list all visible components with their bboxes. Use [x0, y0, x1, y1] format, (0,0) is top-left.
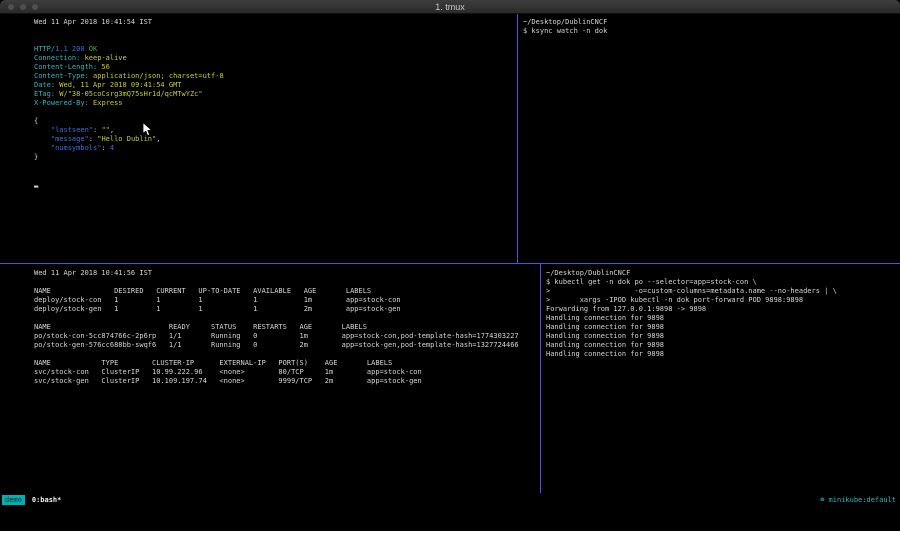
terminal-line: [34, 171, 515, 180]
terminal-line: ETag: W/"38-05coCsrg3mQ75sHr1d/qcMTwYZc": [34, 90, 515, 99]
terminal-line: HTTP/1.1 200 OK: [34, 45, 515, 54]
terminal-line: [34, 314, 537, 323]
terminal-line: Handling connection for 9898: [546, 314, 898, 323]
pane-border-vertical-top: [517, 14, 518, 263]
terminal-line: Handling connection for 9898: [546, 332, 898, 341]
terminal-line: Content-Type: application/json; charset=…: [34, 72, 515, 81]
kube-context-label: minikube:default: [824, 496, 896, 504]
terminal-line: deploy/stock-gen 1 1 1 1 2m app=stock-ge…: [34, 305, 537, 314]
tmux-window-tab[interactable]: 0:bash*: [32, 496, 62, 504]
terminal-line: NAME DESIRED CURRENT UP-TO-DATE AVAILABL…: [34, 287, 537, 296]
terminal-line: "numsymbols": 4: [34, 144, 515, 153]
mouse-cursor: [142, 122, 153, 137]
window-title: 1. tmux: [0, 0, 900, 14]
terminal-line: Content-Length: 56: [34, 63, 515, 72]
pane-bottom-left-kubectl-get[interactable]: Wed 11 Apr 2018 10:41:56 IST NAME DESIRE…: [0, 264, 539, 493]
terminal-line: ▂: [34, 180, 515, 189]
terminal-line: "lastseen": "",: [34, 126, 515, 135]
terminal-line: Forwarding from 127.0.0.1:9898 -> 9898: [546, 305, 898, 314]
terminal-line: ~/Desktop/DublinCNCF: [523, 18, 898, 27]
terminal-line: po/stock-gen-576cc688bb-swqf6 1/1 Runnin…: [34, 341, 537, 350]
terminal-line: [34, 36, 515, 45]
status-right: ☸ minikube:default: [820, 494, 896, 507]
terminal-line: Connection: keep-alive: [34, 54, 515, 63]
terminal-line: Handling connection for 9898: [546, 350, 898, 359]
terminal-line: Date: Wed, 11 Apr 2018 09:41:54 GMT: [34, 81, 515, 90]
terminal-line: NAME READY STATUS RESTARTS AGE LABELS: [34, 323, 537, 332]
terminal-line: [34, 108, 515, 117]
terminal-line: NAME TYPE CLUSTER-IP EXTERNAL-IP PORT(S)…: [34, 359, 537, 368]
terminal-line: {: [34, 117, 515, 126]
terminal-line: ~/Desktop/DublinCNCF: [546, 269, 898, 278]
pane-top-right-ksync[interactable]: ~/Desktop/DublinCNCF$ ksync watch -n dok: [519, 14, 900, 263]
tmux-status-bar: demo 0:bash* ☸ minikube:default: [0, 494, 900, 507]
terminal-line: [34, 27, 515, 36]
terminal-line: Wed 11 Apr 2018 10:41:54 IST: [34, 18, 515, 27]
terminal-line: [34, 278, 537, 287]
pane-border-vertical-bottom: [540, 264, 541, 493]
window-titlebar: 1. tmux: [0, 0, 900, 14]
terminal-line: Wed 11 Apr 2018 10:41:56 IST: [34, 269, 537, 278]
terminal-line: X-Powered-By: Express: [34, 99, 515, 108]
screenshot-root: 1. tmux Wed 11 Apr 2018 10:41:54 IST HTT…: [0, 0, 900, 555]
terminal-line: $ kubectl get -n dok po --selector=app=s…: [546, 278, 898, 287]
terminal-line: svc/stock-con ClusterIP 10.99.222.96 <no…: [34, 368, 537, 377]
pane-bottom-right-port-forward[interactable]: ~/Desktop/DublinCNCF$ kubectl get -n dok…: [542, 264, 900, 493]
terminal-line: [34, 162, 515, 171]
terminal-line: deploy/stock-con 1 1 1 1 1m app=stock-co…: [34, 296, 537, 305]
desktop-background: 1. tmux Wed 11 Apr 2018 10:41:54 IST HTT…: [0, 0, 900, 531]
terminal-line: [34, 350, 537, 359]
tmux-session-name: demo: [2, 495, 25, 505]
pane-top-left-http-response[interactable]: Wed 11 Apr 2018 10:41:54 IST HTTP/1.1 20…: [0, 14, 517, 263]
terminal-line: $ ksync watch -n dok: [523, 27, 898, 36]
terminal-line: Handling connection for 9898: [546, 323, 898, 332]
terminal-line: svc/stock-gen ClusterIP 10.109.197.74 <n…: [34, 377, 537, 386]
terminal-line: po/stock-con-5cc874766c-2p6rp 1/1 Runnin…: [34, 332, 537, 341]
terminal-line: Handling connection for 9898: [546, 341, 898, 350]
terminal-line: }: [34, 153, 515, 162]
terminal-line: "message": "Hello Dublin",: [34, 135, 515, 144]
terminal-line: > -o=custom-columns=metadata.name --no-h…: [546, 287, 898, 296]
terminal-line: > xargs -IPOD kubectl -n dok port-forwar…: [546, 296, 898, 305]
